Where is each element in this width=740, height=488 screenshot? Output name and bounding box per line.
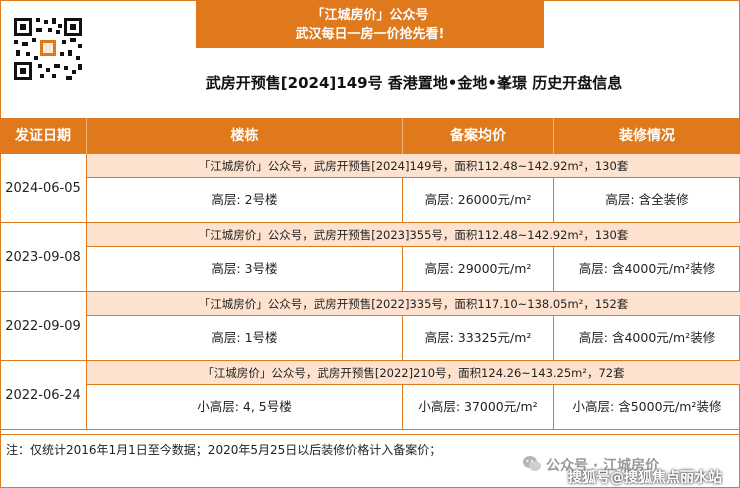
header-banner: 「江城房价」公众号 武汉每日一房一价抢先看! [196,0,544,48]
issue-date: 2023-09-08 [0,223,87,292]
column-header-price: 备案均价 [403,118,554,154]
building-cell: 高层: 3号楼 [87,247,403,291]
building-cell: 高层: 1号楼 [87,316,403,360]
qr-code-graphic [12,16,84,82]
decoration-cell: 高层: 含4000元/m²装修 [578,330,716,345]
watermark-sohu: 搜狐号@搜狐焦点丽水站 [568,470,722,486]
issue-date: 2022-09-09 [0,292,87,361]
table-row: 2024-06-05 「江城房价」公众号，武房开预售[2024]149号，面积1… [0,154,740,223]
table-row: 2023-09-08 「江城房价」公众号，武房开预售[2023]355号，面积1… [0,223,740,292]
building-cell: 小高层: 4, 5号楼 [87,385,403,429]
price-cell: 高层: 26000元/m² [403,178,554,222]
decoration-cell: 高层: 含4000元/m²装修 [578,261,716,276]
permit-note: 「江城房价」公众号，武房开预售[2022]335号，面积117.10~138.0… [87,292,740,316]
footer: 注：仅统计2016年1月1日至今数据；2020年5月25日以后装修价格计入备案价… [0,434,740,488]
column-header-decoration: 装修情况 [619,128,675,144]
table-row: 2022-06-24 「江城房价」公众号，武房开预售[2022]210号，面积1… [0,361,740,430]
wechat-icon [523,456,541,471]
document-title: 武房开预售[2024]149号 香港置地•金地•峯璟 历史开盘信息 [205,74,623,92]
decoration-cell: 高层: 含全装修 [605,192,689,207]
table-row: 2022-09-09 「江城房价」公众号，武房开预售[2022]335号，面积1… [0,292,740,361]
qr-code [12,16,84,82]
price-cell: 高层: 29000元/m² [403,247,554,291]
banner-line-2: 武汉每日一房一价抢先看! [295,27,445,42]
permit-note: 「江城房价」公众号，武房开预售[2022]210号，面积124.26~143.2… [87,361,740,385]
price-cell: 高层: 33325元/m² [403,316,554,360]
column-header-building: 楼栋 [87,118,403,154]
price-cell: 小高层: 37000元/m² [403,385,554,429]
column-header-date: 发证日期 [0,118,87,154]
footnote: 注：仅统计2016年1月1日至今数据；2020年5月25日以后装修价格计入备案价… [6,443,442,457]
issue-date: 2024-06-05 [0,154,87,223]
permit-note: 「江城房价」公众号，武房开预售[2024]149号，面积112.48~142.9… [87,154,740,178]
permit-note: 「江城房价」公众号，武房开预售[2023]355号，面积112.48~142.9… [87,223,740,247]
issue-date: 2022-06-24 [0,361,87,430]
building-cell: 高层: 2号楼 [87,178,403,222]
banner-line-1: 「江城房价」公众号 [311,8,429,23]
decoration-cell: 小高层: 含5000元/m²装修 [572,399,722,414]
table-header-row: 发证日期 楼栋 备案均价 装修情况 [0,118,740,154]
